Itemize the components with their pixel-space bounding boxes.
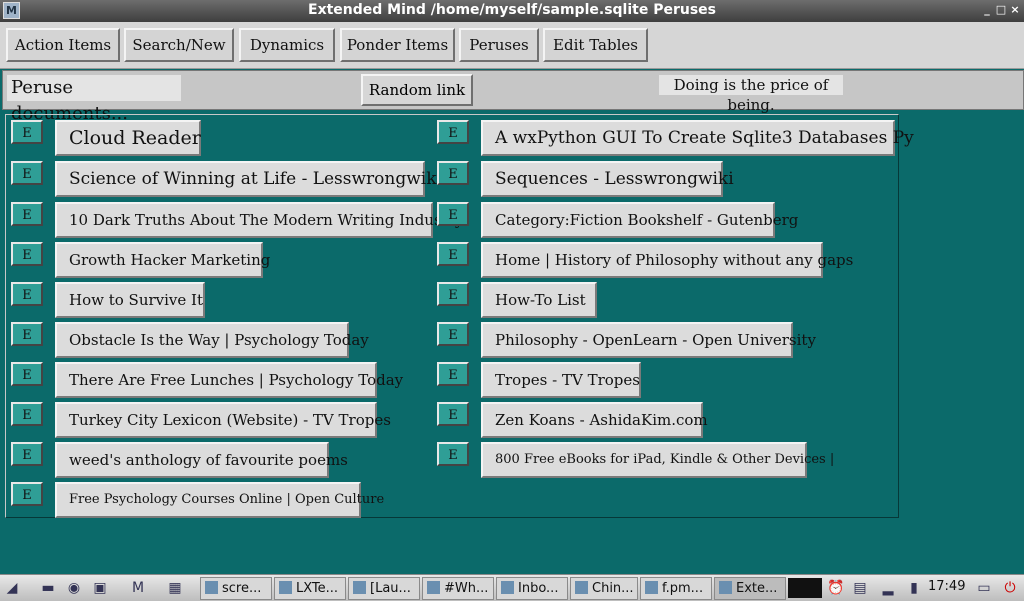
main-toolbar: Action Items Search/New Dynamics Ponder …: [0, 22, 1024, 69]
window-icon: [719, 581, 732, 594]
edit-button[interactable]: E: [11, 120, 43, 144]
monitor-icon[interactable]: ▭: [974, 578, 994, 598]
edit-button[interactable]: E: [437, 242, 469, 266]
close-icon[interactable]: ×: [1007, 2, 1023, 18]
edit-button[interactable]: E: [11, 242, 43, 266]
link-button[interactable]: Philosophy - OpenLearn - Open University: [481, 322, 816, 358]
task-button[interactable]: #Wh...: [422, 577, 494, 600]
edit-button[interactable]: E: [437, 161, 469, 185]
link-button[interactable]: Tropes - TV Tropes: [481, 362, 641, 398]
file-manager-icon[interactable]: ▬: [38, 578, 58, 598]
link-button[interactable]: 800 Free eBooks for iPad, Kindle & Other…: [481, 442, 834, 478]
battery-icon: ▮: [910, 580, 918, 596]
peruses-button[interactable]: Peruses: [459, 28, 539, 62]
link-button[interactable]: A wxPython GUI To Create Sqlite3 Databas…: [481, 120, 914, 156]
peruse-label: Peruse documents...: [7, 75, 181, 124]
windows-icon[interactable]: ▣: [90, 578, 110, 598]
link-button[interactable]: Turkey City Lexicon (Website) - TV Trope…: [55, 402, 391, 438]
quote-text: Doing is the price of being.: [659, 75, 843, 114]
edit-button[interactable]: E: [11, 482, 43, 506]
task-button[interactable]: scre...: [200, 577, 272, 600]
link-button[interactable]: weed's anthology of favourite poems: [55, 442, 348, 478]
link-button[interactable]: Sequences - Lesswrongwiki: [481, 161, 734, 197]
peruse-bar: Peruse documents... Random link Doing is…: [2, 70, 1024, 124]
window-titlebar: M Extended Mind /home/myself/sample.sqli…: [0, 0, 1024, 22]
mail-icon: [501, 581, 514, 594]
link-button[interactable]: There Are Free Lunches | Psychology Toda…: [55, 362, 403, 398]
browser-icon[interactable]: ◉: [64, 578, 84, 598]
link-button[interactable]: Free Psychology Courses Online | Open Cu…: [55, 482, 384, 518]
edit-button[interactable]: E: [11, 202, 43, 226]
edit-button[interactable]: E: [437, 282, 469, 306]
link-button[interactable]: Zen Koans - AshidaKim.com: [481, 402, 708, 438]
edit-button[interactable]: E: [11, 402, 43, 426]
edit-button[interactable]: E: [437, 202, 469, 226]
document-icon: [645, 581, 658, 594]
power-icon[interactable]: ⏻: [1000, 578, 1020, 598]
link-button[interactable]: Home | History of Philosophy without any…: [481, 242, 853, 278]
action-items-button[interactable]: Action Items: [6, 28, 120, 62]
edit-button[interactable]: E: [437, 442, 469, 466]
clock: 17:49: [928, 579, 966, 594]
window-icon: [575, 581, 588, 594]
link-button[interactable]: Category:Fiction Bookshelf - Gutenberg: [481, 202, 798, 238]
task-button[interactable]: Inbo...: [496, 577, 568, 600]
link-button[interactable]: 10 Dark Truths About The Modern Writing …: [55, 202, 463, 238]
task-button[interactable]: Chin...: [570, 577, 638, 600]
link-button[interactable]: Cloud Reader: [55, 120, 201, 156]
app-icon[interactable]: M: [128, 578, 148, 598]
link-button[interactable]: How to Survive It: [55, 282, 205, 318]
random-link-button[interactable]: Random link: [361, 74, 473, 106]
window-icon: [353, 581, 366, 594]
link-button[interactable]: Growth Hacker Marketing: [55, 242, 270, 278]
search-new-button[interactable]: Search/New: [124, 28, 234, 62]
edit-button[interactable]: E: [437, 362, 469, 386]
task-button[interactable]: LXTe...: [274, 577, 346, 600]
edit-button[interactable]: E: [437, 120, 469, 144]
link-button[interactable]: Obstacle Is the Way | Psychology Today: [55, 322, 369, 358]
edit-button[interactable]: E: [11, 322, 43, 346]
link-button[interactable]: Science of Winning at Life - Lesswrongwi…: [55, 161, 442, 197]
alarm-icon[interactable]: ⏰: [826, 578, 846, 598]
task-button[interactable]: [Lau...: [348, 577, 420, 600]
link-button[interactable]: How-To List: [481, 282, 597, 318]
ponder-items-button[interactable]: Ponder Items: [340, 28, 455, 62]
calendar-icon[interactable]: ▦: [165, 578, 185, 598]
task-button[interactable]: f.pm...: [640, 577, 712, 600]
edit-tables-button[interactable]: Edit Tables: [543, 28, 648, 62]
edit-button[interactable]: E: [11, 442, 43, 466]
task-button-active[interactable]: Exte...: [714, 577, 786, 600]
taskbar: ◢ ▬ ◉ ▣ M ▦ scre... LXTe... [Lau... #Wh.…: [0, 574, 1024, 601]
peruse-items-panel: E Cloud Reader E Science of Winning at L…: [5, 114, 914, 518]
dynamics-button[interactable]: Dynamics: [239, 28, 335, 62]
edit-button[interactable]: E: [437, 322, 469, 346]
terminal-icon: [279, 581, 292, 594]
cpu-graph-icon: [788, 578, 822, 598]
browser-icon: [427, 581, 440, 594]
edit-button[interactable]: E: [437, 402, 469, 426]
edit-button[interactable]: E: [11, 362, 43, 386]
window-title: Extended Mind /home/myself/sample.sqlite…: [308, 2, 716, 18]
network-icon[interactable]: ▂: [878, 578, 898, 598]
folder-icon: [205, 581, 218, 594]
menu-icon[interactable]: ◢: [2, 578, 22, 598]
edit-button[interactable]: E: [11, 161, 43, 185]
edit-button[interactable]: E: [11, 282, 43, 306]
clipboard-icon[interactable]: ▤: [850, 578, 870, 598]
